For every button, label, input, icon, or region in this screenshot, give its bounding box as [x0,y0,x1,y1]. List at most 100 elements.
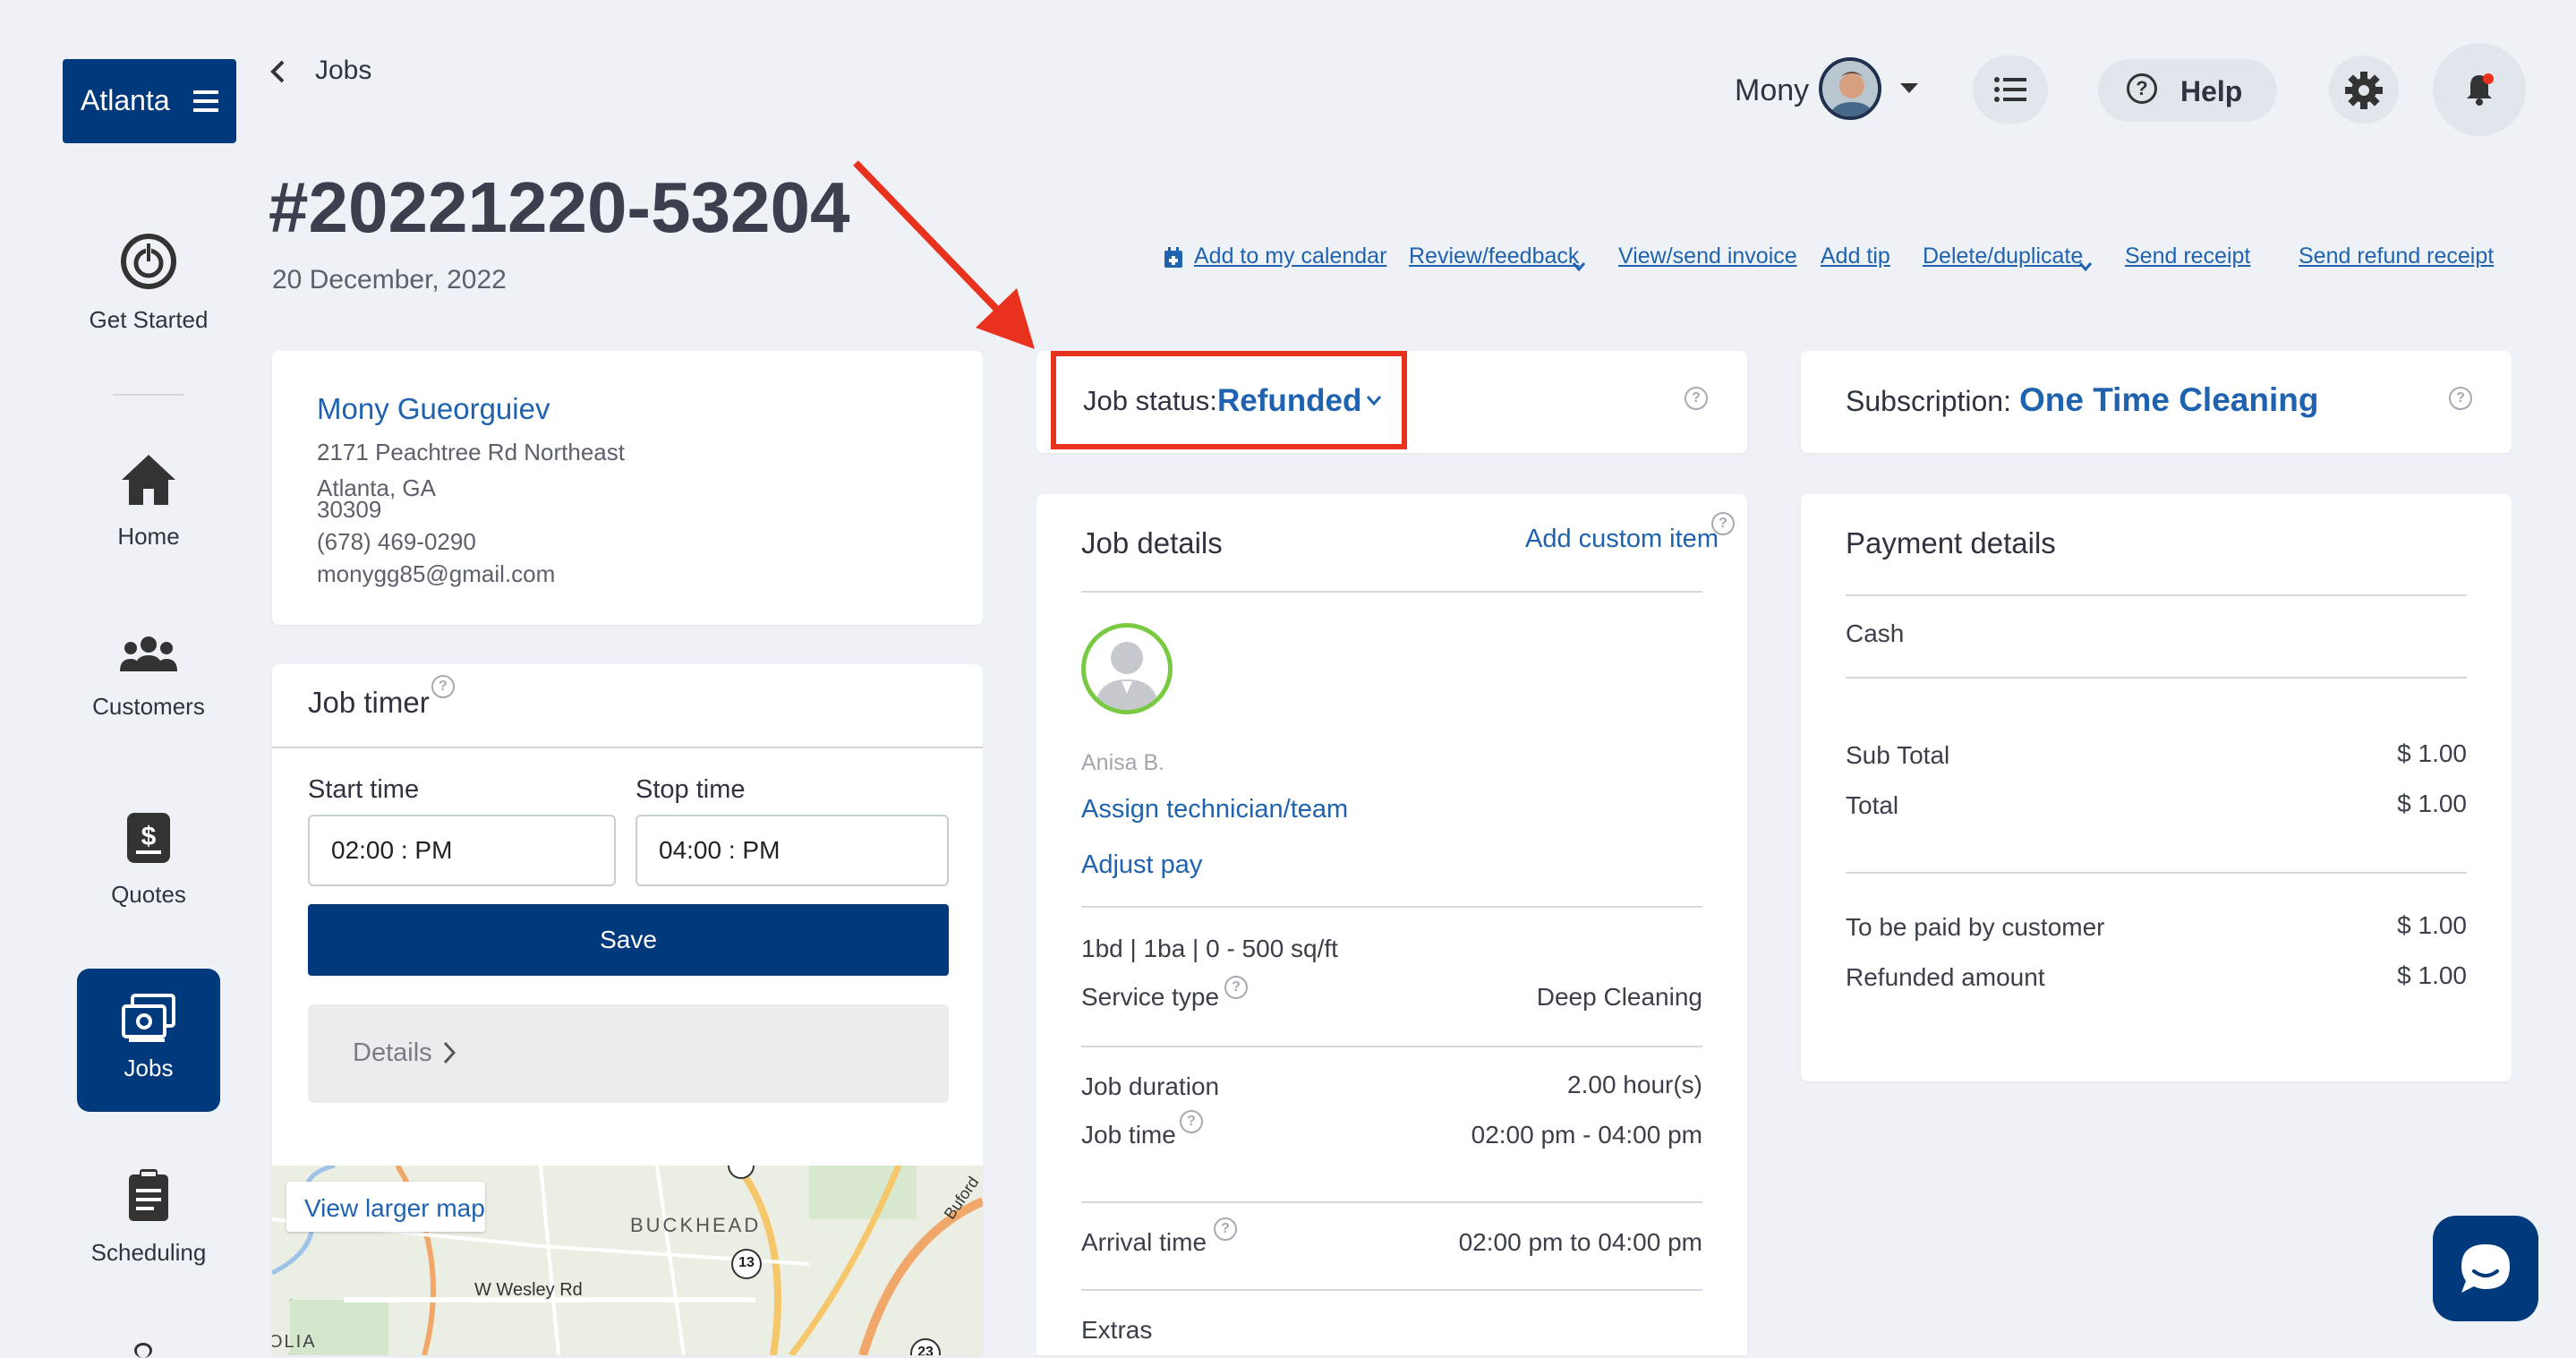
divider [272,747,983,748]
gear-icon [2345,72,2383,114]
job-status-card: Job status: Refunded ? [1036,351,1747,453]
sidebar-next-icon [134,1343,152,1358]
sidebar-item-jobs[interactable]: Jobs [77,969,220,1112]
job-details-card: Job details Add custom item ? Anisa B. A… [1036,494,1747,1355]
add-to-calendar-link[interactable]: Add to my calendar [1194,243,1386,269]
view-larger-map-link[interactable]: View larger map [286,1182,485,1232]
settings-button[interactable] [2329,56,2399,124]
save-label: Save [600,926,657,953]
user-menu[interactable]: Mony [1727,54,1924,131]
bell-icon [2465,73,2494,110]
total-label: Total [1846,791,1899,819]
chat-launcher-button[interactable] [2433,1216,2538,1321]
start-time-label: Start time [308,775,420,804]
help-circle-icon: ? [2127,73,2157,104]
job-details-title: Job details [1081,526,1223,559]
start-time-input[interactable] [308,815,616,886]
sidebar-item-label: Home [117,523,180,550]
chevron-right-icon [442,1040,456,1070]
assign-technician-link[interactable]: Assign technician/team [1081,795,1348,824]
clipboard-icon [127,1169,170,1227]
divider [1081,591,1702,593]
location-map[interactable]: 13 23 BUCKHEAD W Wesley Rd Buford OLIA V… [272,1166,983,1355]
divider [1846,594,2467,596]
sidebar-item-scheduling[interactable]: Scheduling [77,1169,220,1268]
details-toggle[interactable]: Details [308,1004,949,1103]
customer-card: Mony Gueorguiev 2171 Peachtree Rd Northe… [272,351,983,625]
home-icon [120,451,177,513]
extras-label: Extras [1081,1316,1153,1344]
action-links: Add to my calendar Review/feedback View/… [1164,243,2494,279]
list-view-button[interactable] [1973,56,2048,124]
map-road-label: W Wesley Rd [474,1280,583,1300]
add-custom-item-link[interactable]: Add custom item [1525,525,1719,554]
sidebar-item-home[interactable]: Home [77,448,220,555]
menu-icon [193,90,218,117]
help-circle-icon: ? [1711,512,1735,535]
customer-zip: 30309 [317,496,382,523]
calendar-add-icon [1164,247,1183,275]
payment-method: Cash [1846,619,1905,647]
job-status-label: Job status: [1083,385,1217,416]
route-23-label: 23 [917,1345,934,1355]
job-time-value: 02:00 pm - 04:00 pm [1471,1121,1702,1149]
stop-time-label: Stop time [635,775,746,804]
help-circle-icon: ? [1224,976,1248,999]
page-title: #20221220-53204 [269,167,850,247]
help-button[interactable]: ? Help [2098,59,2277,122]
sidebar-item-label: Scheduling [90,1239,207,1266]
avatar [1819,57,1881,120]
send-refund-receipt-link[interactable]: Send refund receipt [2299,243,2494,269]
adjust-pay-link[interactable]: Adjust pay [1081,850,1202,880]
location-switcher[interactable]: Atlanta [63,59,236,143]
help-circle-icon: ? [1685,387,1708,410]
customer-name[interactable]: Mony Gueorguiev [317,392,550,426]
divider [1081,906,1702,908]
total-value: $ 1.00 [2397,790,2467,817]
subscription-value[interactable]: One Time Cleaning [2019,381,2318,419]
delete-duplicate-link[interactable]: Delete/duplicate [1923,243,2083,269]
annotation-arrow [850,158,1056,368]
view-send-invoice-link[interactable]: View/send invoice [1618,243,1797,269]
jobs-icon [120,994,177,1048]
sidebar-item-label: Jobs [124,1055,174,1081]
refunded-amount-label: Refunded amount [1846,963,2045,991]
chevron-down-icon [1899,82,1919,99]
review-feedback-link[interactable]: Review/feedback [1409,243,1579,269]
save-button[interactable]: Save [308,904,949,976]
payment-details-title: Payment details [1846,526,2056,559]
user-name: Mony [1735,73,1810,107]
sidebar-item-quotes[interactable]: $ Quotes [77,811,220,910]
status-dropdown[interactable]: Job status: Refunded [1051,351,1407,449]
chevron-left-icon [269,59,286,89]
location-label: Atlanta [81,84,170,116]
refunded-amount-value: $ 1.00 [2397,961,2467,989]
service-type-label: Service type [1081,983,1220,1011]
arrival-time-value: 02:00 pm to 04:00 pm [1458,1228,1702,1256]
sidebar-item-customers[interactable]: Customers [77,636,220,725]
quote-dollar-icon: $ [125,811,172,869]
subscription-label: Subscription: [1846,385,2011,417]
stop-time-input[interactable] [635,815,949,886]
help-circle-icon: ? [2449,387,2472,410]
subtotal-label: Sub Total [1846,741,1950,769]
chevron-down-icon [2078,252,2093,278]
add-tip-link[interactable]: Add tip [1821,243,1890,269]
users-icon [120,636,177,679]
customer-phone: (678) 469-0290 [317,528,476,555]
list-icon [1994,77,2026,107]
to-be-paid-value: $ 1.00 [2397,911,2467,939]
chevron-down-icon [1366,394,1382,411]
sidebar-item-get-started[interactable]: Get Started [77,233,220,340]
payment-details-card: Payment details Cash Sub Total $ 1.00 To… [1801,494,2512,1081]
technician-avatar [1081,623,1173,714]
notifications-button[interactable] [2433,43,2526,136]
map-area-label: BUCKHEAD [630,1214,762,1236]
sidebar-item-label: Customers [92,693,205,720]
help-circle-icon: ? [1214,1217,1237,1241]
divider [1081,1289,1702,1291]
subtotal-value: $ 1.00 [2397,739,2467,767]
to-be-paid-label: To be paid by customer [1846,913,2105,941]
job-duration-label: Job duration [1081,1072,1220,1100]
send-receipt-link[interactable]: Send receipt [2125,243,2250,269]
